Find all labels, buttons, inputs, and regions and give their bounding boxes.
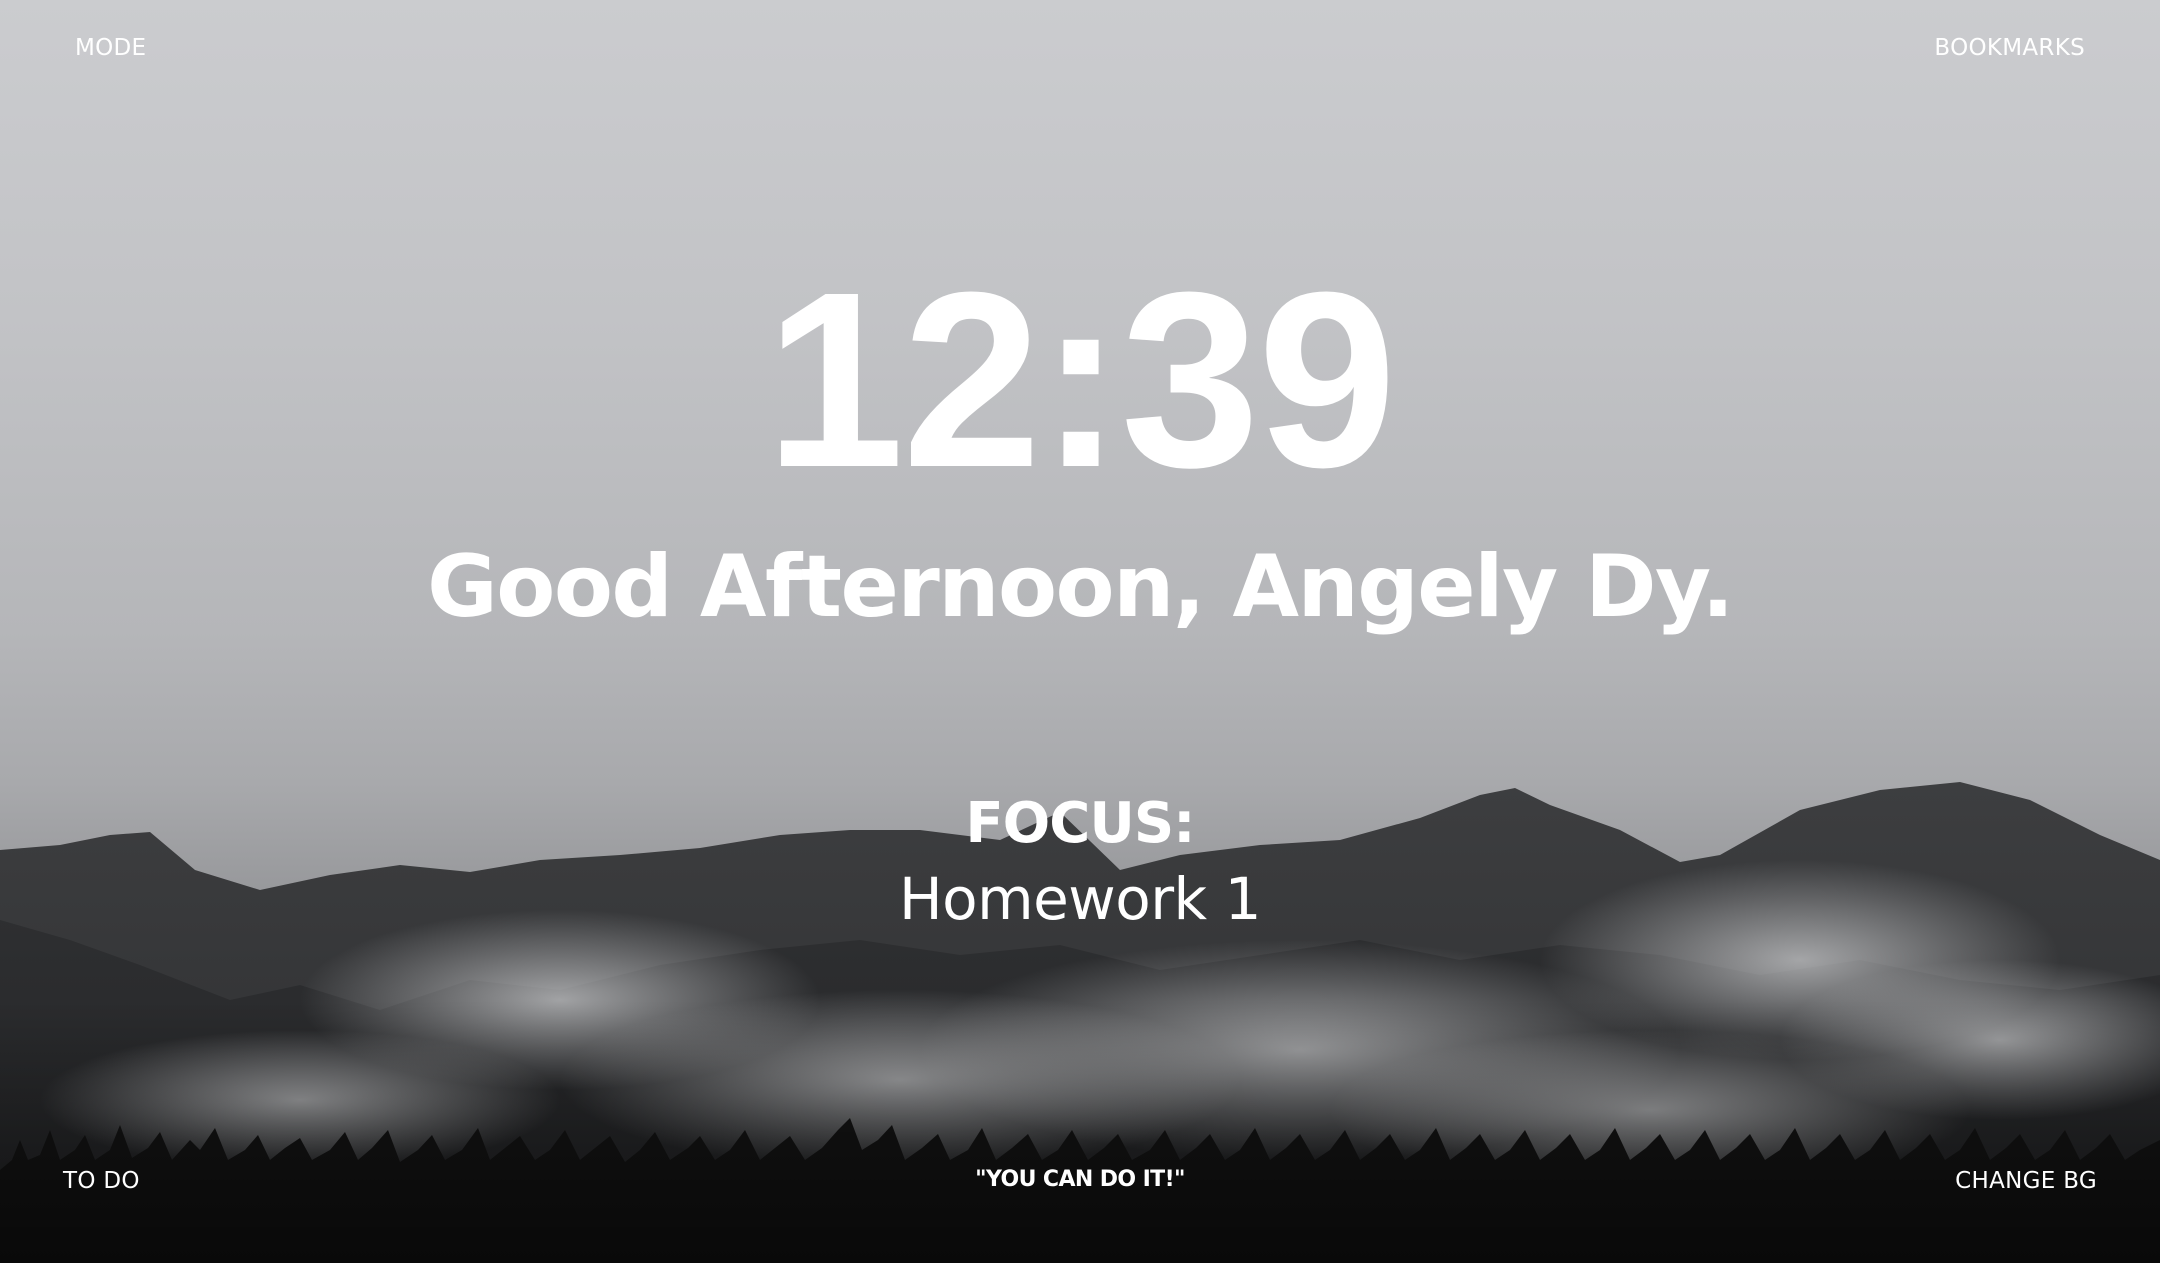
start-page: MODE BOOKMARKS 12:39 Good Afternoon, Ang… — [0, 0, 2160, 1263]
bookmarks-button[interactable]: BOOKMARKS — [1934, 35, 2085, 61]
focus-label: FOCUS: — [965, 791, 1195, 856]
clock-time: 12:39 — [765, 240, 1396, 519]
quote-text: "YOU CAN DO IT!" — [975, 1167, 1185, 1192]
mode-button[interactable]: MODE — [75, 35, 146, 61]
change-bg-button[interactable]: CHANGE BG — [1955, 1168, 2097, 1194]
focus-value[interactable]: Homework 1 — [0, 867, 2160, 932]
greeting-text: Good Afternoon, Angely Dy. — [427, 537, 1734, 637]
